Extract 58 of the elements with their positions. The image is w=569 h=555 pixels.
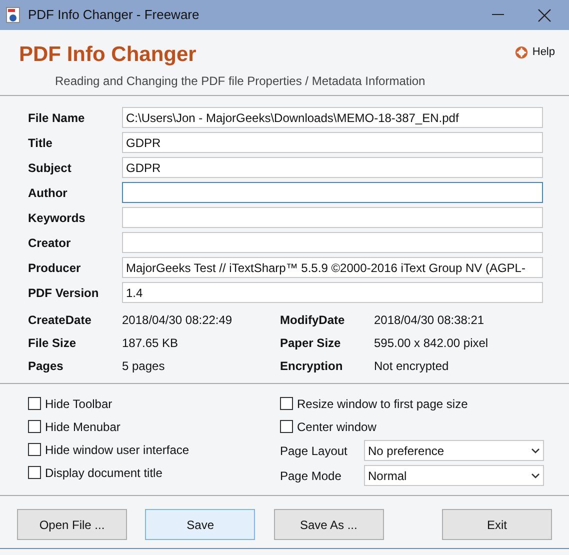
checkbox-label: Resize window to first page size <box>297 396 468 412</box>
info-label: Paper Size <box>280 335 342 352</box>
close-icon[interactable] <box>538 8 551 22</box>
lifebuoy-icon <box>515 46 528 58</box>
field-label: Title <box>28 134 54 152</box>
text-field[interactable]: 1.4 <box>122 282 543 303</box>
text-field[interactable] <box>122 232 543 253</box>
field-label: PDF Version <box>28 284 100 302</box>
checkbox[interactable] <box>28 466 41 479</box>
info-value: 595.00 x 842.00 pixel <box>374 335 488 352</box>
dropdown[interactable]: Normal <box>364 465 544 486</box>
field-label: File Name <box>28 110 86 126</box>
action-button[interactable]: Save <box>145 509 256 540</box>
app-subtitle: Reading and Changing the PDF file Properties / Metadata Information <box>55 73 426 90</box>
checkbox-label: Hide Toolbar <box>45 396 112 412</box>
info-label: CreateDate <box>28 312 92 329</box>
checkbox-label: Center window <box>297 418 376 436</box>
help-link[interactable]: Help <box>515 45 555 59</box>
info-value: 187.65 KB <box>122 335 178 352</box>
dropdown[interactable]: No preference <box>364 440 544 461</box>
field-label: Producer <box>28 260 82 276</box>
chevron-down-icon <box>531 448 540 454</box>
text-field[interactable]: GDPR <box>122 132 543 153</box>
checkbox[interactable] <box>28 443 41 456</box>
checkbox-label: Hide window user interface <box>45 442 190 458</box>
info-label: Pages <box>28 358 64 375</box>
text-field[interactable] <box>122 207 543 228</box>
minimize-icon[interactable] <box>492 14 504 16</box>
action-button[interactable]: Open File ... <box>17 509 127 540</box>
checkbox[interactable] <box>28 397 41 410</box>
text-field[interactable]: MajorGeeks Test // iTextSharp™ 5.5.9 ©2000-2016 iText Group NV (AGPL- <box>122 257 543 278</box>
chevron-down-icon <box>531 472 540 478</box>
text-field[interactable]: GDPR <box>122 157 543 178</box>
app-title: PDF Info Changer <box>19 42 198 68</box>
info-value: 2018/04/30 08:38:21 <box>374 312 484 329</box>
dropdown-label: Page Layout <box>280 442 348 460</box>
field-label: Subject <box>28 160 72 176</box>
action-button[interactable]: Exit <box>442 509 552 540</box>
info-value: 5 pages <box>122 358 165 375</box>
checkbox[interactable] <box>28 420 41 433</box>
field-label: Keywords <box>28 210 86 226</box>
field-label: Creator <box>28 234 72 252</box>
info-label: Encryption <box>280 358 344 375</box>
checkbox[interactable] <box>280 420 293 433</box>
text-field[interactable] <box>122 182 543 203</box>
checkbox-label: Hide Menubar <box>45 418 120 436</box>
field-label: Author <box>28 184 68 202</box>
info-label: ModifyDate <box>280 312 346 329</box>
dropdown-label: Page Mode <box>280 468 342 484</box>
checkbox[interactable] <box>280 397 293 410</box>
text-field[interactable]: C:\Users\Jon - MajorGeeks\Downloads\MEMO-18-387_EN.pdf <box>122 107 543 128</box>
checkbox-label: Display document title <box>45 464 162 482</box>
action-button[interactable]: Save As ... <box>274 509 384 540</box>
app-icon <box>6 7 20 23</box>
window-title: PDF Info Changer - Freeware <box>28 6 200 24</box>
info-label: File Size <box>28 335 78 352</box>
info-value: Not encrypted <box>374 358 449 375</box>
info-value: 2018/04/30 08:22:49 <box>122 312 232 329</box>
